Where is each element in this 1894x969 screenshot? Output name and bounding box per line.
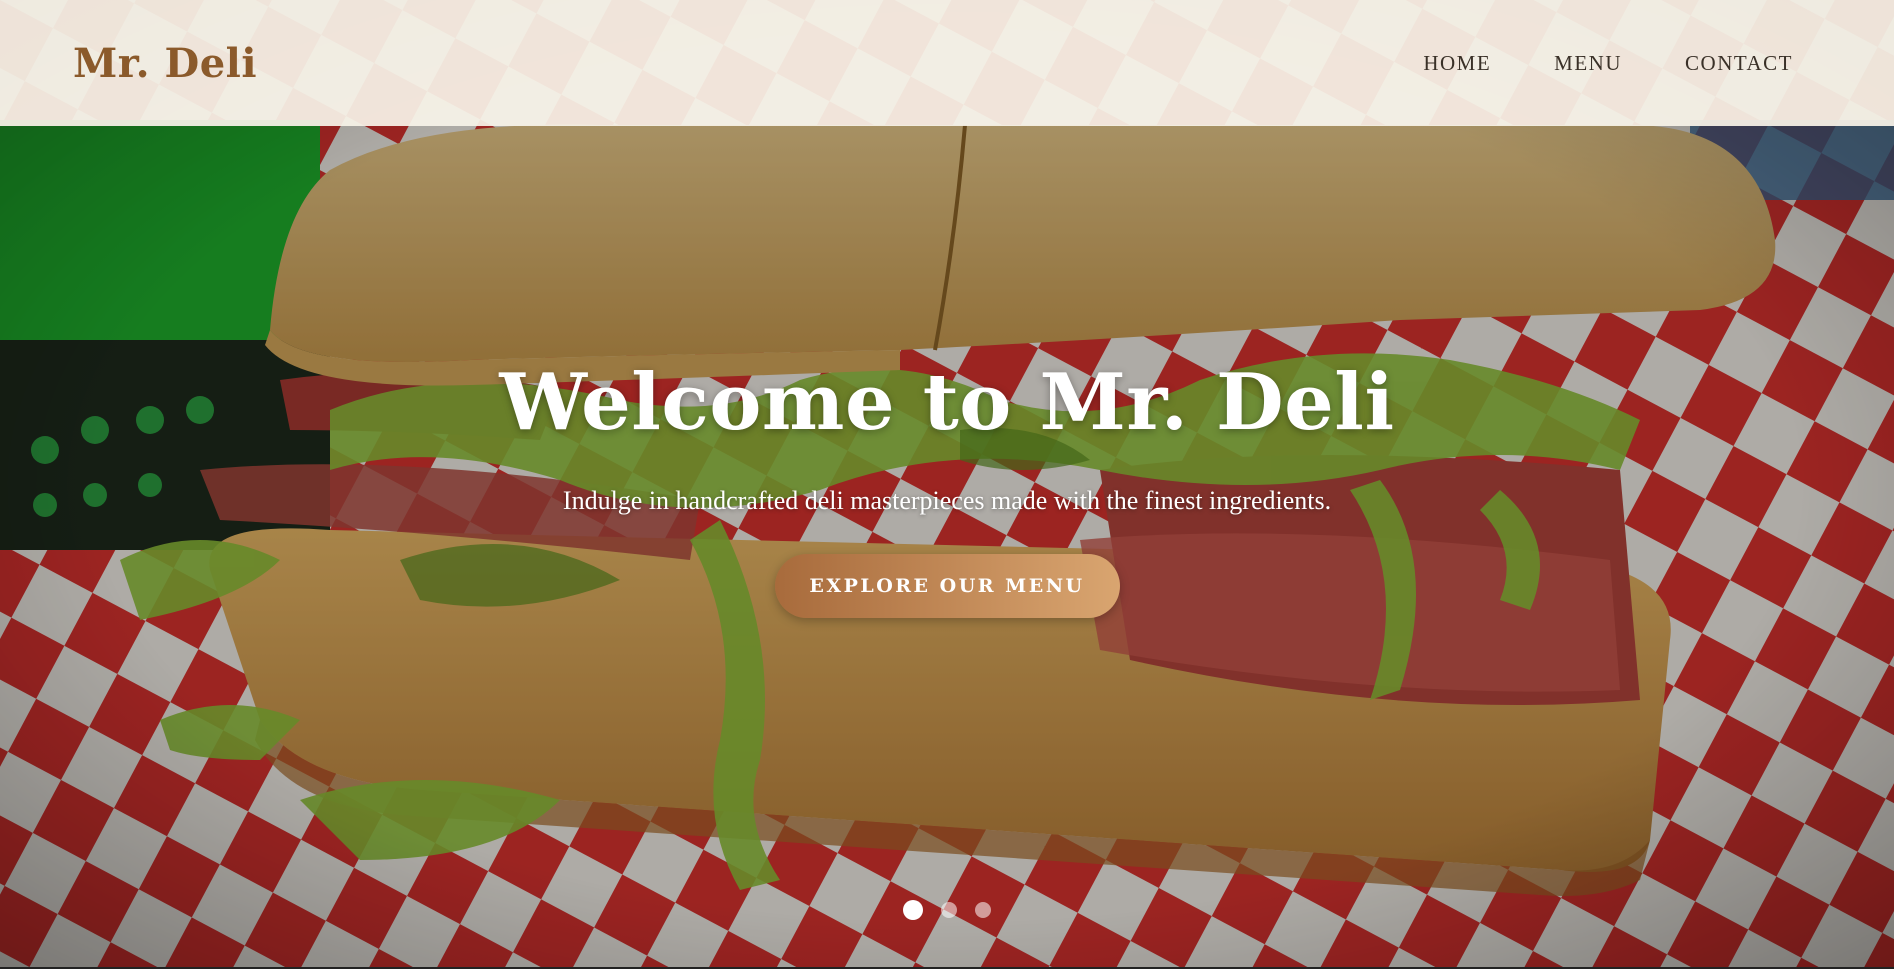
hero-title: Welcome to Mr. Deli xyxy=(499,357,1395,448)
nav-menu[interactable]: MENU xyxy=(1554,51,1622,76)
site-header: Mr. Deli HOME MENU CONTACT xyxy=(0,0,1894,126)
slider-dots xyxy=(0,900,1894,920)
nav-contact[interactable]: CONTACT xyxy=(1685,51,1793,76)
explore-menu-button[interactable]: EXPLORE OUR MENU xyxy=(774,553,1120,618)
hero-section: Welcome to Mr. Deli Indulge in handcraft… xyxy=(0,0,1894,969)
slider-dot-3[interactable] xyxy=(975,902,991,918)
nav-home[interactable]: HOME xyxy=(1423,51,1491,76)
slider-dot-1[interactable] xyxy=(903,900,923,920)
hero-subtitle: Indulge in handcrafted deli masterpieces… xyxy=(562,485,1332,515)
site-logo[interactable]: Mr. Deli xyxy=(73,40,257,87)
slider-dot-2[interactable] xyxy=(941,902,957,918)
main-nav: HOME MENU CONTACT xyxy=(1423,51,1821,76)
hero-content: Welcome to Mr. Deli Indulge in handcraft… xyxy=(0,360,1894,618)
